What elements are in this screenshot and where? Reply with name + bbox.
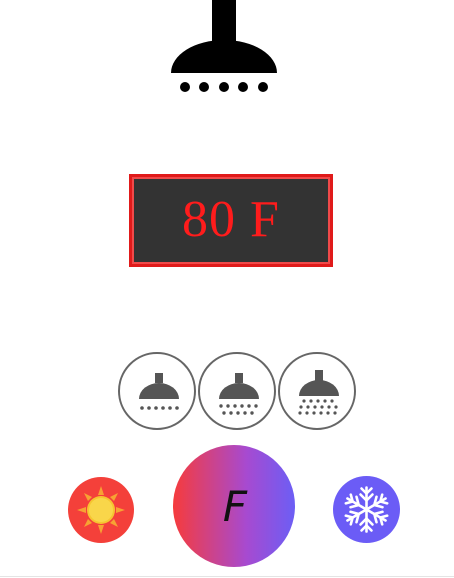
spray-mode-medium-button[interactable] xyxy=(198,352,276,430)
spray-mode-light-button[interactable] xyxy=(118,352,196,430)
cold-button[interactable] xyxy=(333,476,400,543)
shower-head-icon xyxy=(168,0,280,96)
shower-light-icon xyxy=(139,373,179,410)
unit-label: F xyxy=(222,481,248,531)
shower-medium-icon xyxy=(219,373,259,415)
temperature-value: 80 F xyxy=(182,191,280,248)
snowflake-icon xyxy=(343,486,390,533)
shower-heavy-icon xyxy=(298,370,339,415)
temperature-display: 80 F xyxy=(129,174,333,267)
sun-icon xyxy=(77,486,125,534)
temperature-unit-button[interactable]: F xyxy=(173,445,295,567)
spray-mode-heavy-button[interactable] xyxy=(278,352,356,430)
heat-button[interactable] xyxy=(68,477,134,543)
divider xyxy=(0,576,454,577)
